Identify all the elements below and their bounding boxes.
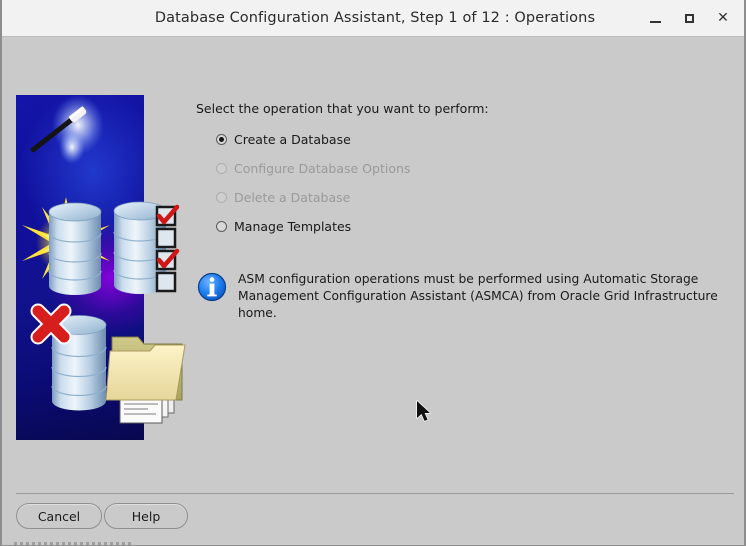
footer-bar: Cancel Help « Back Next » @ITPUB博客 bbox=[4, 494, 744, 544]
radio-manage-templates[interactable]: Manage Templates bbox=[216, 217, 351, 235]
radio-indicator[interactable] bbox=[216, 220, 227, 232]
radio-indicator[interactable] bbox=[216, 133, 227, 145]
window-title: Database Configuration Assistant, Step 1… bbox=[154, 10, 596, 26]
asm-info-note: ASM configuration operations must be per… bbox=[197, 271, 737, 322]
radio-configure-database-options: Configure Database Options bbox=[216, 159, 410, 177]
illustration-graphics bbox=[22, 95, 186, 424]
radio-label: Create a Database bbox=[234, 131, 351, 147]
minimize-icon bbox=[649, 20, 661, 23]
close-icon: ✕ bbox=[717, 10, 729, 26]
minimize-button[interactable] bbox=[638, 0, 672, 36]
radio-label: Delete a Database bbox=[234, 189, 351, 205]
content-area: Select the operation that you want to pe… bbox=[4, 37, 744, 493]
window-controls: ✕ bbox=[638, 0, 740, 36]
help-button-label: Help bbox=[131, 508, 161, 524]
folder-documents-graphic bbox=[105, 336, 186, 424]
bottom-cutoff-sliver bbox=[4, 540, 744, 545]
dbca-wizard-illustration bbox=[16, 95, 186, 440]
maximize-icon bbox=[684, 13, 694, 23]
radio-label: Configure Database Options bbox=[234, 160, 411, 176]
radio-indicator bbox=[216, 191, 227, 203]
close-button[interactable]: ✕ bbox=[706, 0, 740, 36]
red-x-icon bbox=[30, 303, 72, 345]
page-title: Select the operation that you want to pe… bbox=[196, 101, 489, 116]
radio-label: Manage Templates bbox=[234, 218, 352, 234]
radio-indicator bbox=[216, 162, 227, 174]
database-cylinder-1 bbox=[48, 202, 102, 295]
cancel-button[interactable]: Cancel bbox=[16, 503, 102, 529]
cancel-button-label: Cancel bbox=[37, 508, 81, 524]
mouse-cursor bbox=[416, 400, 431, 422]
info-icon bbox=[197, 272, 227, 302]
radio-delete-a-database: Delete a Database bbox=[216, 188, 350, 206]
titlebar: Database Configuration Assistant, Step 1… bbox=[2, 0, 744, 37]
maximize-button[interactable] bbox=[672, 0, 706, 36]
asm-info-text: ASM configuration operations must be per… bbox=[238, 272, 718, 320]
cutoff-content bbox=[14, 542, 134, 545]
radio-create-a-database[interactable]: Create a Database bbox=[216, 130, 351, 148]
database-cylinder-delete bbox=[30, 303, 107, 411]
help-button[interactable]: Help bbox=[104, 503, 188, 529]
dbca-window: Database Configuration Assistant, Step 1… bbox=[0, 0, 746, 546]
